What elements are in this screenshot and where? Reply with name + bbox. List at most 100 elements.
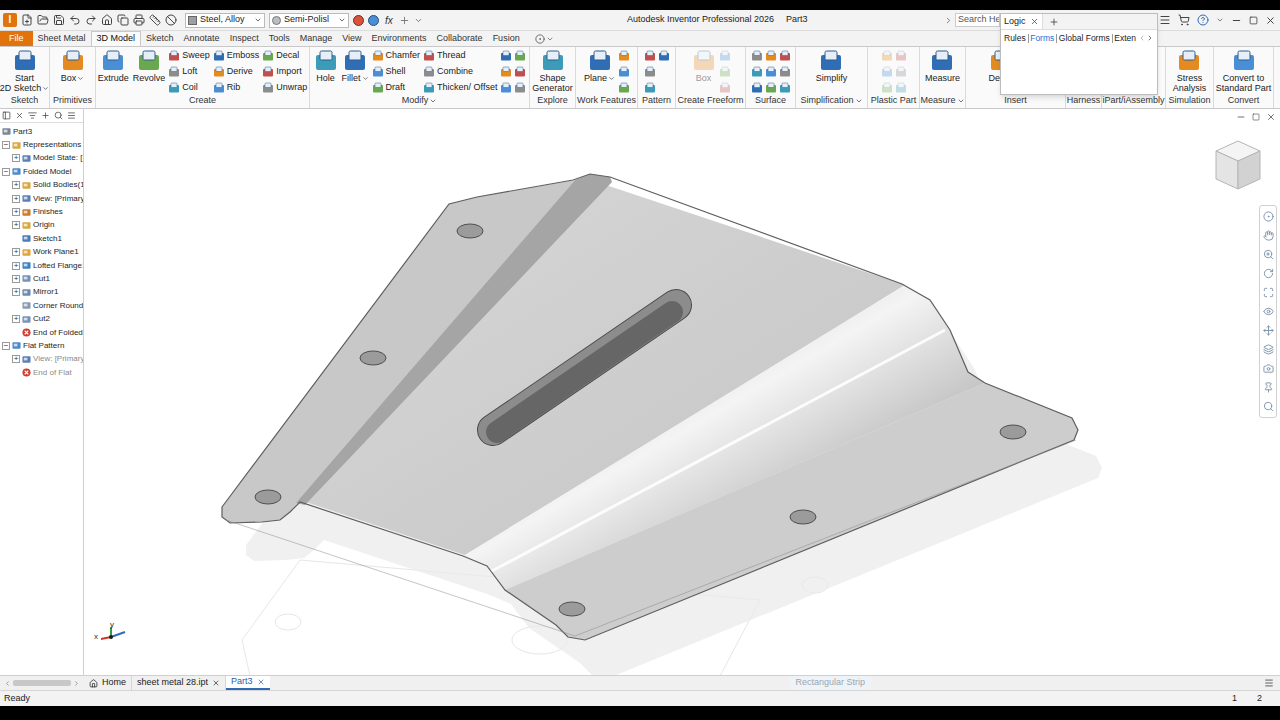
- filter-icon[interactable]: [28, 111, 37, 120]
- ribbon-small-tool[interactable]: [618, 80, 630, 94]
- ribbon-large-tool[interactable]: Box: [59, 47, 87, 83]
- navigation-icon[interactable]: [1263, 211, 1274, 222]
- browser-item[interactable]: End of Flat: [0, 366, 83, 379]
- graphics-window[interactable]: xy: [84, 109, 1280, 675]
- navigation-icon[interactable]: [1263, 363, 1274, 374]
- browser-item[interactable]: +Finishes: [0, 205, 83, 218]
- browser-item[interactable]: −Folded Model: [0, 165, 83, 178]
- ribbon-small-tool[interactable]: Draft: [372, 80, 422, 94]
- logic-tab[interactable]: Logic: [1001, 14, 1043, 29]
- ribbon-small-tool[interactable]: Import: [262, 64, 308, 80]
- app-logo[interactable]: I: [3, 13, 17, 27]
- view-cube[interactable]: [1212, 137, 1264, 193]
- logic-panel-tab[interactable]: Exten: [1114, 32, 1136, 45]
- ribbon-small-tool[interactable]: Shell: [372, 64, 422, 80]
- quick-access-icon[interactable]: [165, 14, 177, 26]
- ribbon-tab[interactable]: Sketch: [141, 31, 179, 46]
- logic-panel-tab[interactable]: Forms: [1030, 32, 1054, 45]
- ribbon-small-tool[interactable]: Coil: [168, 80, 211, 94]
- expander[interactable]: +: [12, 288, 20, 296]
- close-icon[interactable]: [1265, 15, 1276, 26]
- ribbon-small-tool[interactable]: [765, 64, 777, 80]
- browser-item[interactable]: +Work Plane1: [0, 246, 83, 259]
- ribbon-small-tool[interactable]: Rib: [213, 80, 261, 94]
- restore-view-icon[interactable]: [1252, 113, 1260, 121]
- expander[interactable]: +: [12, 262, 20, 270]
- expander[interactable]: +: [12, 154, 20, 162]
- ribbon-large-tool[interactable]: Start2D Sketch: [0, 47, 49, 93]
- ribbon-small-tool[interactable]: [618, 48, 630, 64]
- ribbon-small-tool[interactable]: [779, 64, 791, 80]
- ribbon-large-tool[interactable]: Plane: [582, 47, 617, 83]
- quick-access-icon[interactable]: [149, 14, 161, 26]
- navigation-icon[interactable]: [1263, 325, 1274, 336]
- color-ball-icon[interactable]: [353, 15, 364, 26]
- minimize-view-icon[interactable]: [1236, 112, 1246, 122]
- navigation-icon[interactable]: [1263, 230, 1274, 241]
- ribbon-small-tool[interactable]: [644, 64, 656, 80]
- chevron-down-icon[interactable]: [546, 35, 554, 43]
- ribbon-small-tool[interactable]: [644, 80, 656, 94]
- ribbon-small-tool[interactable]: [719, 64, 731, 80]
- scroll-right-icon[interactable]: [1146, 34, 1154, 42]
- ribbon-small-tool[interactable]: [751, 80, 763, 94]
- logic-panel-tab[interactable]: Rules: [1004, 32, 1026, 45]
- ribbon-small-tool[interactable]: [751, 64, 763, 80]
- ribbon-small-tool[interactable]: Combine: [423, 64, 498, 80]
- close-view-icon[interactable]: [1266, 112, 1276, 122]
- ribbon-small-tool[interactable]: [881, 48, 893, 64]
- logic-panel-tab[interactable]: Global Forms: [1059, 32, 1110, 45]
- panel-icon[interactable]: [2, 111, 11, 120]
- help-icon[interactable]: [1197, 14, 1209, 26]
- ribbon-small-tool[interactable]: [765, 48, 777, 64]
- document-tab[interactable]: sheet metal 28.ipt: [132, 676, 226, 690]
- expander[interactable]: +: [12, 248, 20, 256]
- file-tab[interactable]: File: [0, 31, 33, 46]
- browser-item[interactable]: +Lofted Flange1: [0, 259, 83, 272]
- ribbon-small-tool[interactable]: [514, 80, 526, 94]
- ribbon-tab[interactable]: 3D Model: [91, 31, 142, 46]
- material-dropdown[interactable]: Steel, Alloy: [185, 13, 265, 28]
- browser-item[interactable]: +View: [Primary: [0, 192, 83, 205]
- menu-icon[interactable]: [67, 111, 76, 120]
- ribbon-tab[interactable]: View: [337, 31, 366, 46]
- ribbon-tab[interactable]: Annotate: [179, 31, 225, 46]
- quick-access-icon[interactable]: [21, 14, 33, 26]
- ribbon-small-tool[interactable]: Loft: [168, 64, 211, 80]
- expander[interactable]: +: [12, 355, 20, 363]
- ribbon-small-tool[interactable]: [658, 48, 670, 64]
- close-tab-icon[interactable]: [212, 679, 220, 687]
- scroll-right-icon[interactable]: [73, 680, 80, 687]
- expander[interactable]: −: [2, 141, 10, 149]
- ribbon-small-tool[interactable]: [881, 80, 893, 94]
- quick-access-icon[interactable]: [101, 14, 113, 26]
- expander[interactable]: −: [2, 342, 10, 350]
- navigation-icon[interactable]: [1263, 249, 1274, 260]
- chevron-down-icon[interactable]: [1216, 16, 1224, 24]
- ribbon-small-tool[interactable]: Chamfer: [372, 48, 422, 64]
- ribbon-tab[interactable]: Manage: [295, 31, 338, 46]
- document-tab[interactable]: Home: [84, 676, 132, 690]
- cart-icon[interactable]: [1178, 14, 1190, 26]
- ribbon-small-tool[interactable]: [895, 48, 907, 64]
- browser-item[interactable]: Corner Round: [0, 299, 83, 312]
- expander[interactable]: +: [12, 181, 20, 189]
- ribbon-large-tool[interactable]: Revolve: [131, 47, 168, 83]
- close-icon[interactable]: [15, 111, 24, 120]
- plus-icon[interactable]: [399, 15, 410, 26]
- ribbon-small-tool[interactable]: [765, 80, 777, 94]
- add-icon[interactable]: [41, 111, 50, 120]
- search-help-field[interactable]: Search Hel: [955, 13, 1000, 27]
- browser-item[interactable]: End of Folded: [0, 326, 83, 339]
- ribbon-large-tool[interactable]: Measure: [923, 47, 962, 83]
- browser-item[interactable]: +Model State: [: [0, 152, 83, 165]
- maximize-icon[interactable]: [1249, 16, 1258, 25]
- ribbon-large-tool[interactable]: Hole: [312, 47, 340, 83]
- ribbon-large-tool[interactable]: Simplify: [814, 47, 850, 83]
- close-icon[interactable]: [1030, 17, 1039, 26]
- ribbon-small-tool[interactable]: [514, 48, 526, 64]
- scroll-left-icon[interactable]: [4, 680, 11, 687]
- browser-item[interactable]: +Cut2: [0, 312, 83, 325]
- navigation-icon[interactable]: [1263, 401, 1274, 412]
- ribbon-small-tool[interactable]: [751, 48, 763, 64]
